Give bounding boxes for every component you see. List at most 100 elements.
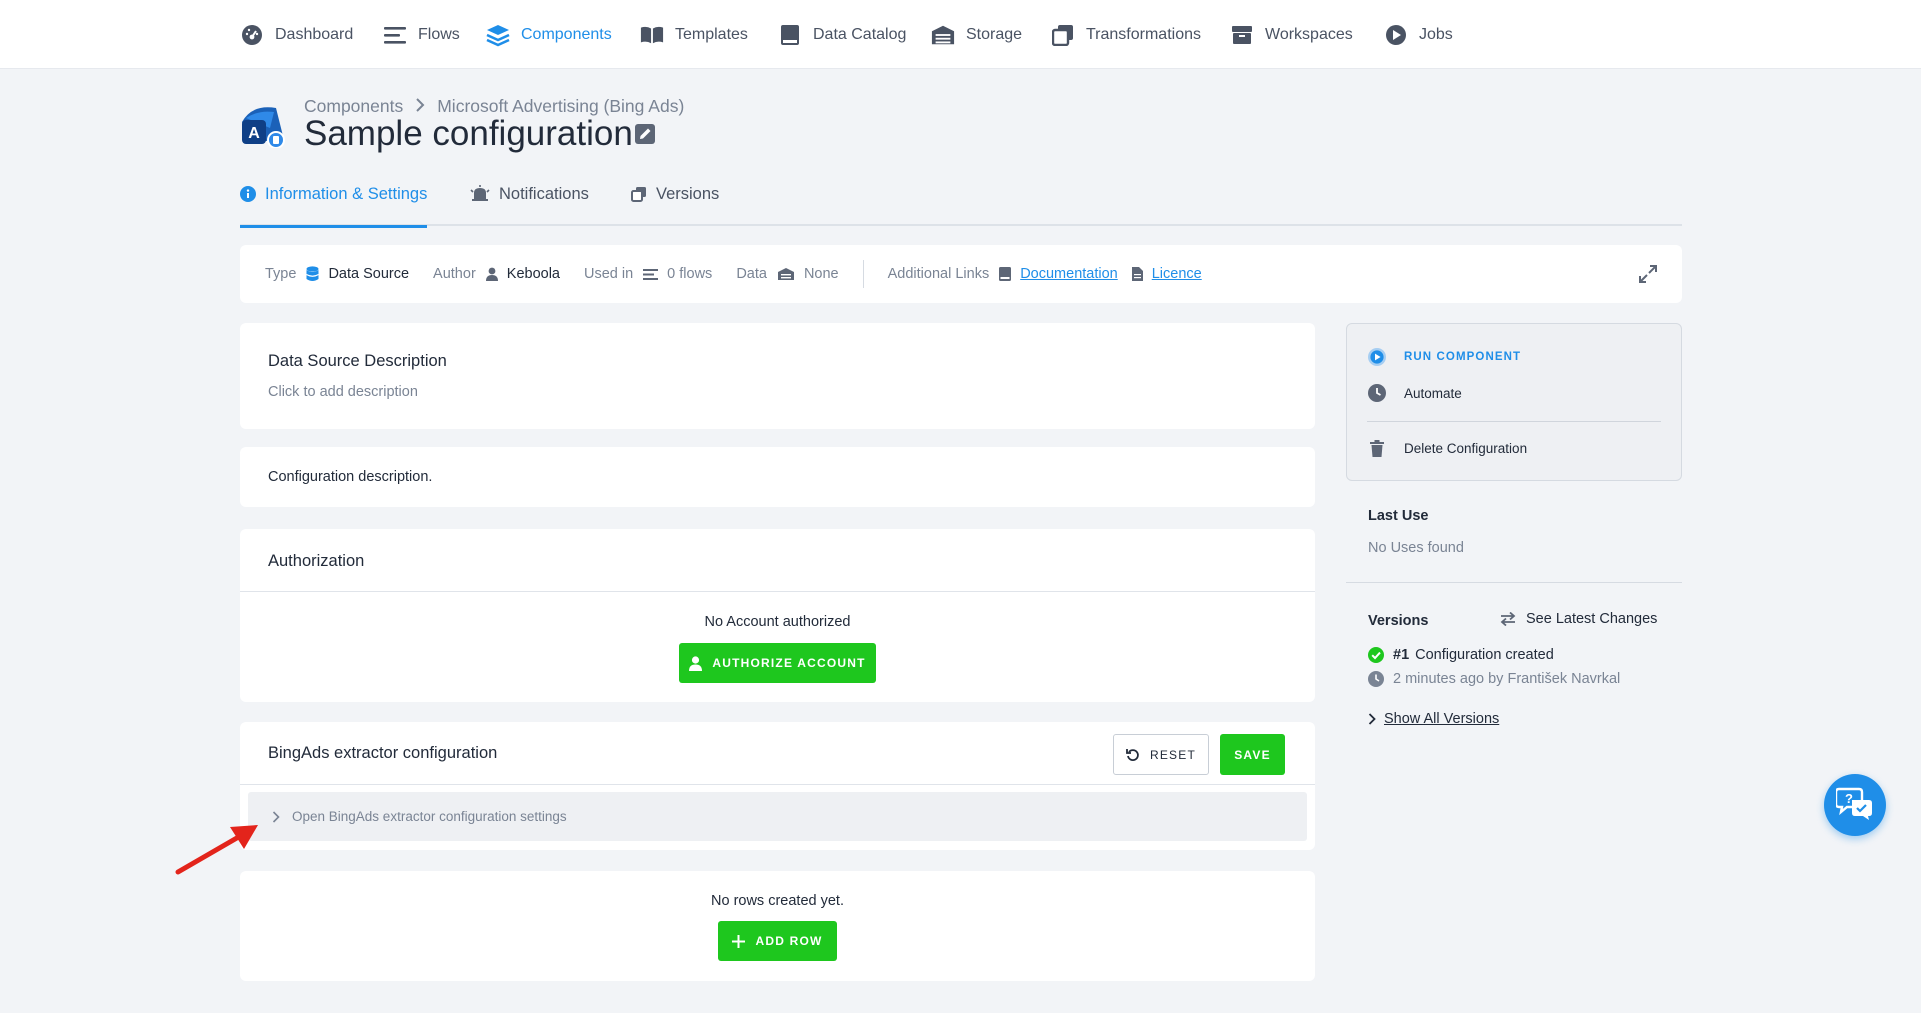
last-use-value: No Uses found: [1368, 540, 1464, 556]
see-latest-changes-button[interactable]: See Latest Changes: [1500, 611, 1657, 627]
chat-help-icon: ?: [1834, 786, 1874, 825]
file-icon: [1131, 267, 1143, 281]
sidebar-divider: [1346, 582, 1682, 583]
nav-item-label: Dashboard: [275, 26, 354, 43]
nav-item-label: Components: [521, 26, 612, 43]
data-value-text: None: [803, 266, 839, 282]
check-circle-icon: [1368, 647, 1384, 663]
jobs-icon: [1384, 23, 1408, 47]
automate-label: Automate: [1404, 385, 1462, 401]
configuration-description-card: Configuration description.: [240, 447, 1315, 507]
nav-item-dashboard[interactable]: Dashboard: [240, 22, 353, 48]
clock-icon: [1368, 671, 1384, 687]
edit-icon[interactable]: [634, 123, 656, 145]
nav-item-flows[interactable]: Flows: [383, 22, 460, 48]
nav-item-workspaces[interactable]: Workspaces: [1230, 22, 1353, 48]
nav-item-label: Transformations: [1086, 26, 1201, 43]
author-label: Author: [433, 266, 476, 282]
plus-icon: [732, 934, 746, 948]
versions-icon: [631, 186, 647, 202]
data-label: Data: [736, 266, 767, 282]
type-value-text: Data Source: [328, 266, 410, 282]
author-value-text: Keboola: [506, 266, 560, 282]
documentation-link-text: Documentation: [1020, 266, 1118, 282]
storage-icon: [931, 23, 955, 47]
delete-configuration-button[interactable]: Delete Configuration: [1367, 438, 1527, 458]
actions-divider: [1367, 421, 1661, 422]
tab-label: Versions: [656, 184, 720, 203]
reset-label: RESET: [1149, 747, 1196, 762]
bell-icon: [470, 185, 490, 203]
show-all-versions-label: Show All Versions: [1384, 711, 1500, 727]
top-navigation: Dashboard Flows Components Templates Dat…: [0, 0, 1921, 69]
version-meta-row: 2 minutes ago by František Navrkal: [1368, 671, 1620, 687]
last-use-title: Last Use: [1368, 508, 1429, 524]
extractor-configuration-card: BingAds extractor configuration RESET SA…: [240, 722, 1315, 850]
reset-button[interactable]: RESET: [1113, 734, 1209, 775]
nav-item-jobs[interactable]: Jobs: [1384, 22, 1453, 48]
tab-label: Information & Settings: [265, 184, 428, 203]
open-configuration-settings[interactable]: Open BingAds extractor configuration set…: [248, 792, 1307, 841]
dashboard-icon: [240, 23, 264, 47]
help-chat-button[interactable]: ?: [1824, 774, 1886, 836]
rows-empty-text: No rows created yet.: [711, 893, 844, 909]
configuration-description: Configuration description.: [268, 469, 433, 485]
data-value: None: [777, 266, 839, 282]
used-in-label: Used in: [584, 266, 634, 282]
flows-icon: [383, 23, 407, 47]
tab-notifications[interactable]: Notifications: [470, 178, 589, 226]
nav-item-label: Storage: [966, 26, 1023, 43]
chevron-right-icon: [1368, 713, 1376, 725]
type-value: Data Source: [306, 266, 409, 282]
data-catalog-icon: [778, 23, 802, 47]
flows-icon: [643, 268, 659, 281]
description-placeholder[interactable]: Click to add description: [268, 384, 418, 400]
authorization-title: Authorization: [268, 552, 365, 570]
nav-item-label: Data Catalog: [813, 26, 907, 43]
nav-item-components[interactable]: Components: [486, 22, 612, 48]
workspaces-icon: [1230, 23, 1254, 47]
nav-item-label: Flows: [418, 26, 460, 43]
used-in-value: 0 flows: [643, 266, 712, 282]
authorize-account-button[interactable]: AUTHORIZE ACCOUNT: [679, 643, 876, 683]
run-component-button[interactable]: RUN COMPONENT: [1367, 347, 1521, 367]
show-all-versions-link[interactable]: Show All Versions: [1368, 711, 1499, 727]
nav-item-label: Templates: [675, 26, 748, 43]
components-icon: [486, 23, 510, 47]
licence-link[interactable]: Licence: [1131, 266, 1202, 282]
type-label: Type: [265, 266, 297, 282]
save-button[interactable]: SAVE: [1220, 734, 1285, 775]
card-divider: [240, 591, 1315, 592]
info-icon: [240, 186, 256, 202]
authorization-card: Authorization No Account authorized AUTH…: [240, 529, 1315, 702]
nav-item-transformations[interactable]: Transformations: [1051, 22, 1201, 48]
version-meta: 2 minutes ago by František Navrkal: [1393, 671, 1621, 687]
used-in-value-text: 0 flows: [667, 266, 713, 282]
nav-item-storage[interactable]: Storage: [931, 22, 1022, 48]
red-arrow-annotation: [172, 815, 272, 875]
automate-button[interactable]: Automate: [1367, 383, 1462, 403]
expand-icon[interactable]: [1638, 264, 1658, 284]
author-value: Keboola: [485, 266, 560, 282]
page-title: Sample configuration: [304, 114, 633, 153]
nav-item-templates[interactable]: Templates: [640, 22, 748, 48]
tab-versions[interactable]: Versions: [631, 178, 719, 226]
chevron-right-icon: [272, 810, 280, 823]
nav-item-data-catalog[interactable]: Data Catalog: [778, 22, 906, 48]
nav-item-label: Workspaces: [1265, 26, 1353, 43]
svg-text:A: A: [248, 125, 260, 142]
clock-icon: [1367, 383, 1387, 403]
versions-title: Versions: [1368, 613, 1429, 629]
undo-icon: [1126, 748, 1140, 762]
user-icon: [485, 267, 498, 281]
database-icon: [306, 266, 320, 282]
open-configuration-settings-label: Open BingAds extractor configuration set…: [292, 809, 567, 824]
card-divider: [240, 784, 1315, 785]
tab-information-settings[interactable]: Information & Settings: [240, 178, 428, 228]
description-card[interactable]: Data Source Description Click to add des…: [240, 323, 1315, 429]
add-row-button[interactable]: ADD ROW: [718, 921, 837, 961]
documentation-link[interactable]: Documentation: [999, 266, 1118, 282]
version-text: Configuration created: [1415, 647, 1554, 663]
description-title: Data Source Description: [268, 352, 447, 370]
delete-configuration-label: Delete Configuration: [1404, 440, 1528, 456]
